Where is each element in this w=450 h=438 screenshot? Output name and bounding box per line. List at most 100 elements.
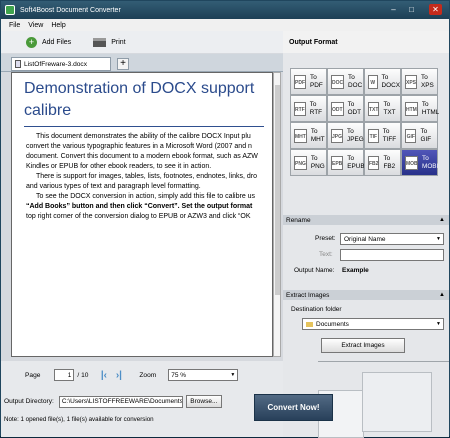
- format-button[interactable]: PDF To PDF: [290, 68, 327, 95]
- format-icon: MHT: [294, 128, 307, 143]
- output-directory-label: Output Directory:: [4, 398, 54, 405]
- menu-view[interactable]: View: [28, 22, 43, 29]
- doc-line: To see the DOCX conversion in action, si…: [36, 193, 256, 200]
- format-button[interactable]: XPS To XPS: [401, 68, 438, 95]
- text-label: Text:: [319, 251, 333, 258]
- add-files-icon: +: [26, 36, 37, 48]
- format-button[interactable]: DOC To DOC: [327, 68, 364, 95]
- page-total: / 10: [77, 371, 89, 379]
- toolbar: + Add Files Print: [1, 31, 283, 53]
- format-icon: ODT: [331, 101, 344, 116]
- status-bar: Note: 1 opened file(s), 1 file(s) availa…: [4, 416, 154, 423]
- output-directory-row: Output Directory: C:\Users\LISTOFFREEWAR…: [4, 395, 222, 408]
- extract-section-header[interactable]: Extract Images ▲: [283, 290, 449, 300]
- chevron-up-icon: ▲: [439, 217, 445, 223]
- app-window: Soft4Boost Document Converter – □ ✕ File…: [0, 0, 450, 438]
- format-button[interactable]: JPG To JPEG: [327, 122, 364, 149]
- document-scrollbar[interactable]: [273, 72, 281, 357]
- document-preview: Demonstration of DOCX support calibre Thi…: [11, 72, 273, 357]
- doc-line: There is support for images, tables, lis…: [36, 173, 257, 180]
- format-label: To MHT: [310, 127, 325, 143]
- destination-select[interactable]: Documents ▼: [302, 318, 444, 330]
- tab-document[interactable]: ListOfFreware-3.docx: [11, 57, 111, 71]
- zoom-select[interactable]: 75 % ▼: [168, 369, 239, 381]
- format-icon: JPG: [331, 128, 344, 143]
- preset-select[interactable]: Original Name ▼: [340, 233, 444, 245]
- format-label: To TIFF: [382, 127, 397, 143]
- menu-bar: File View Help: [1, 19, 449, 31]
- browse-button[interactable]: Browse...: [185, 395, 222, 408]
- page-label: Page: [25, 371, 41, 379]
- format-label: To ODT: [347, 100, 362, 116]
- format-grid: PDF To PDF DOC To DOC W To DOCX XPS To XPS RTF To…: [290, 68, 440, 176]
- format-button[interactable]: MHT To MHT: [290, 122, 327, 149]
- format-label: To RTF: [309, 100, 323, 116]
- format-icon: FB2: [368, 155, 380, 170]
- format-icon: W: [368, 74, 378, 89]
- format-icon: PDF: [294, 74, 306, 89]
- preset-value: Original Name: [344, 235, 386, 243]
- format-icon: GIF: [405, 128, 417, 143]
- minimize-icon[interactable]: –: [387, 4, 400, 15]
- format-label: To TXT: [383, 100, 396, 116]
- page-input[interactable]: 1: [54, 369, 75, 381]
- chevron-down-icon: ▼: [436, 321, 441, 327]
- format-label: To PDF: [310, 73, 323, 89]
- doc-line: top right corner of the conversion dialo…: [26, 213, 251, 220]
- doc-line: and various types of text and paragraph …: [26, 183, 201, 190]
- chevron-down-icon: ▼: [436, 236, 441, 242]
- output-name-label: Output Name:: [294, 267, 335, 274]
- print-button[interactable]: Print: [93, 37, 126, 47]
- format-button[interactable]: TIF To TIFF: [364, 122, 401, 149]
- menu-file[interactable]: File: [9, 22, 20, 29]
- format-button[interactable]: ODT To ODT: [327, 95, 364, 122]
- chevron-up-icon: ▲: [439, 292, 445, 298]
- format-button[interactable]: EPB To EPUB: [327, 149, 365, 176]
- output-name-value: Example: [342, 267, 369, 274]
- format-icon: HTM: [405, 101, 418, 116]
- document-tabs: ListOfFreware-3.docx +: [1, 54, 283, 72]
- print-label: Print: [111, 38, 126, 46]
- page-nav: Page 1 / 10 |‹ ›| Zoom 75 % ▼: [25, 369, 239, 381]
- format-icon: MOB: [405, 155, 418, 170]
- heading-rule: [24, 126, 264, 127]
- format-label: To PNG: [310, 154, 325, 170]
- close-icon[interactable]: ✕: [429, 4, 442, 15]
- extract-images-button[interactable]: Extract Images: [321, 338, 405, 353]
- format-button[interactable]: TXT To TXT: [364, 95, 401, 122]
- heading-line-2: calibre: [24, 102, 72, 119]
- format-label: To FB2: [383, 154, 396, 170]
- window-title: Soft4Boost Document Converter: [20, 6, 121, 14]
- doc-line: Kindles or EPUB for other ebook readers,…: [26, 163, 212, 170]
- tab-document-label: ListOfFreware-3.docx: [24, 60, 88, 68]
- next-page-icon[interactable]: ›|: [113, 370, 124, 381]
- maximize-icon[interactable]: □: [405, 4, 418, 15]
- format-button[interactable]: MOB To MOBI: [401, 149, 438, 176]
- format-button[interactable]: W To DOCX: [364, 68, 401, 95]
- menu-help[interactable]: Help: [51, 22, 65, 29]
- decorative-background: [318, 361, 449, 438]
- output-directory-input[interactable]: C:\Users\LISTOFFREEWARE\Documents\o: [58, 395, 183, 408]
- format-icon: PNG: [294, 155, 307, 170]
- format-button[interactable]: FB2 To FB2: [364, 149, 401, 176]
- format-icon: RTF: [294, 101, 306, 116]
- convert-now-button[interactable]: Convert Now!: [254, 394, 333, 421]
- format-button[interactable]: GIF To GIF: [401, 122, 438, 149]
- add-tab-button[interactable]: +: [117, 58, 129, 70]
- text-input[interactable]: [340, 249, 444, 261]
- format-label: To MOBI: [422, 154, 439, 170]
- document-heading: Demonstration of DOCX support calibre: [24, 78, 272, 122]
- previous-page-icon[interactable]: |‹: [98, 370, 109, 381]
- format-button[interactable]: HTM To HTML: [401, 95, 440, 122]
- format-label: To HTML: [421, 100, 440, 116]
- scroll-thumb[interactable]: [275, 85, 280, 295]
- format-button[interactable]: RTF To RTF: [290, 95, 327, 122]
- destination-value: Documents: [316, 320, 349, 328]
- format-label: To EPUB: [347, 154, 365, 170]
- format-label: To XPS: [421, 73, 434, 89]
- add-files-button[interactable]: + Add Files: [26, 36, 71, 48]
- format-button[interactable]: PNG To PNG: [290, 149, 327, 176]
- chevron-down-icon: ▼: [230, 372, 236, 378]
- rename-section-header[interactable]: Rename ▲: [283, 215, 449, 225]
- rename-section-label: Rename: [286, 216, 311, 224]
